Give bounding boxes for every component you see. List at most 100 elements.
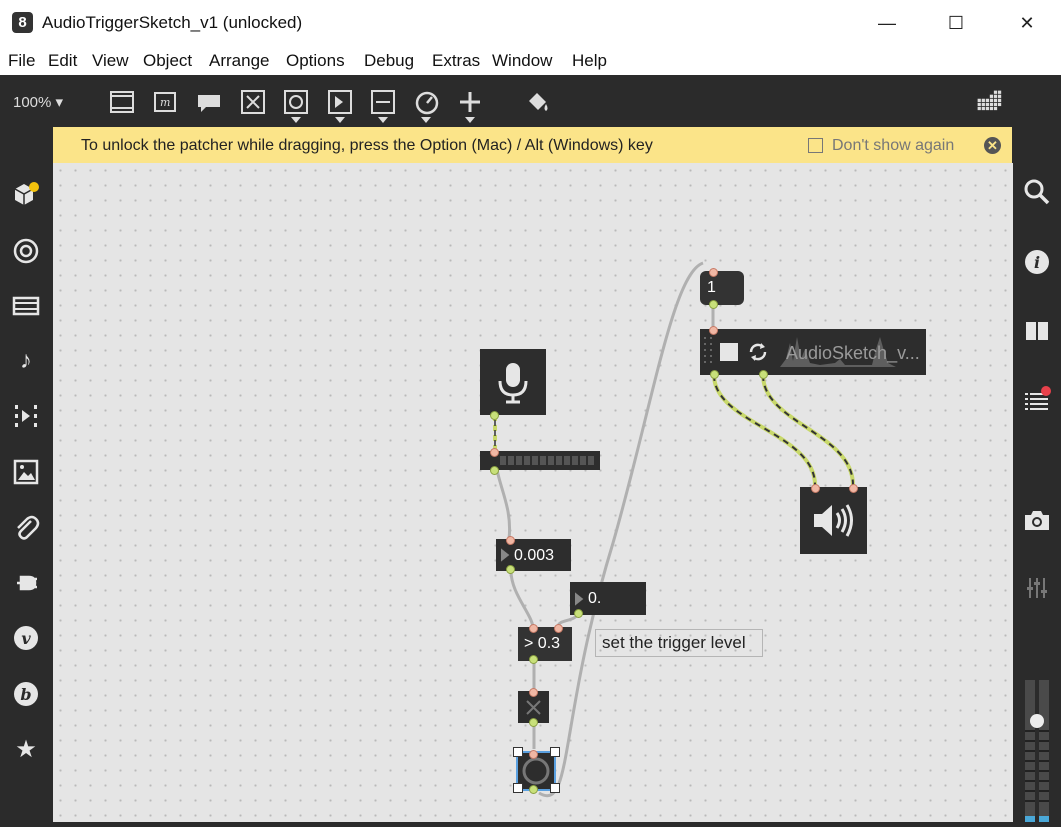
greater-than-object[interactable]: > 0.3 [518,627,572,661]
svg-text:m: m [160,96,170,109]
camera-icon[interactable] [1022,505,1052,535]
star-icon[interactable]: ★ [11,735,41,765]
dont-show-again-checkbox[interactable] [808,138,823,153]
new-button-icon[interactable] [283,89,309,115]
toolbar: 100% ▾ m [0,75,1061,127]
cord-playlist-right-to-dac[interactable] [761,374,855,486]
bang-outlet[interactable] [529,785,538,794]
ezdac-speaker-object[interactable] [800,487,867,554]
menu-extras[interactable]: Extras [432,51,480,71]
target-icon[interactable] [11,236,41,266]
menu-view[interactable]: View [92,51,129,71]
new-dial-icon[interactable] [414,89,440,115]
playlist-inlet[interactable] [709,326,718,335]
menu-arrange[interactable]: Arrange [209,51,269,71]
loop-icon[interactable] [747,341,769,363]
playlist-right-outlet[interactable] [759,370,768,379]
microphone-icon [498,363,528,404]
add-menu-caret-icon[interactable] [465,117,475,123]
selection-handle-bottom-left[interactable] [513,783,523,793]
toggle-inlet[interactable] [529,688,538,697]
number-box-level-value: 0.003 [514,547,555,564]
bang-button-object[interactable] [516,751,556,791]
speaker-icon [814,504,853,537]
mixer-sliders-icon[interactable] [1022,573,1052,603]
search-icon[interactable] [1022,177,1052,207]
meter-outlet[interactable] [490,466,499,475]
new-toggle-icon[interactable] [240,89,266,115]
video-clip-icon[interactable] [11,401,41,431]
menu-file[interactable]: File [8,51,35,71]
selection-handle-top-right[interactable] [550,747,560,757]
minimize-button[interactable]: — [872,10,902,36]
maximize-button[interactable]: ☐ [941,10,971,36]
banner-close-icon[interactable]: ✕ [984,137,1001,154]
new-number-icon[interactable] [327,89,353,115]
reference-book-icon[interactable] [1022,316,1052,346]
cord-button-to-message[interactable] [538,261,704,798]
media-icon[interactable] [11,291,41,321]
menu-bar: File Edit View Object Arrange Options De… [0,46,1061,75]
ezadc-outlet[interactable] [490,411,499,420]
paint-bucket-icon[interactable] [525,89,551,115]
ezdac-left-inlet[interactable] [811,484,820,493]
new-slider-icon[interactable] [370,89,396,115]
playlist-left-outlet[interactable] [710,370,719,379]
cord-number-to-compare[interactable] [509,570,535,628]
number-level-outlet[interactable] [506,565,515,574]
music-note-icon[interactable]: ♪ [11,346,41,376]
paperclip-icon[interactable] [11,512,41,542]
greater-than-label: > 0.3 [524,635,561,652]
add-object-icon[interactable] [457,89,483,115]
menu-debug[interactable]: Debug [364,51,414,71]
menu-edit[interactable]: Edit [48,51,77,71]
number-level-inlet[interactable] [506,536,515,545]
bang-inlet[interactable] [529,750,538,759]
message-box-text: 1 [707,279,716,296]
compare-left-inlet[interactable] [529,624,538,633]
selection-handle-top-left[interactable] [513,747,523,757]
menu-window[interactable]: Window [492,51,552,71]
info-icon[interactable]: i [1022,247,1052,277]
new-message-icon[interactable]: m [152,89,178,115]
package-icon[interactable] [11,180,41,210]
ezadc-microphone-object[interactable] [480,349,546,415]
vizzie-icon[interactable]: v [11,623,41,653]
svg-text:i: i [1034,253,1040,272]
console-list-icon[interactable] [1022,385,1052,415]
message-inlet[interactable] [709,268,718,277]
stop-icon[interactable] [720,343,738,361]
number-triangle-icon [575,592,584,606]
message-box[interactable]: 1 [700,271,744,305]
zoom-dropdown[interactable]: 100% ▾ [13,93,63,111]
master-volume-slider[interactable] [1023,680,1051,822]
new-object-icon[interactable] [109,89,135,115]
meter-inlet[interactable] [490,448,499,457]
beap-icon[interactable]: b [11,679,41,709]
number-box-trigger-value: 0. [588,590,602,607]
slider-menu-caret-icon[interactable] [378,117,388,123]
ezdac-right-inlet[interactable] [849,484,858,493]
number-trigger-outlet[interactable] [574,609,583,618]
toggle-outlet[interactable] [529,718,538,727]
window-title: AudioTriggerSketch_v1 (unlocked) [42,13,303,32]
menu-options[interactable]: Options [286,51,345,71]
patcher-canvas[interactable]: 0.003 0. set the trigger level > 0.3 1 A… [53,163,1013,822]
grid-mode-icon[interactable] [976,89,1002,115]
plug-icon[interactable] [11,568,41,598]
playlist-object[interactable]: AudioSketch_v... [700,329,926,375]
image-icon[interactable] [11,457,41,487]
message-outlet[interactable] [709,300,718,309]
close-button[interactable]: ✕ [1012,10,1042,36]
menu-object[interactable]: Object [143,51,192,71]
number-menu-caret-icon[interactable] [335,117,345,123]
new-comment-icon[interactable] [196,89,222,115]
cord-playlist-left-to-dac[interactable] [712,374,817,486]
compare-outlet[interactable] [529,655,538,664]
menu-help[interactable]: Help [572,51,607,71]
dont-show-again-label[interactable]: Don't show again [832,137,954,155]
selection-handle-bottom-right[interactable] [550,783,560,793]
compare-right-inlet[interactable] [554,624,563,633]
dial-menu-caret-icon[interactable] [421,117,431,123]
button-menu-caret-icon[interactable] [291,117,301,123]
